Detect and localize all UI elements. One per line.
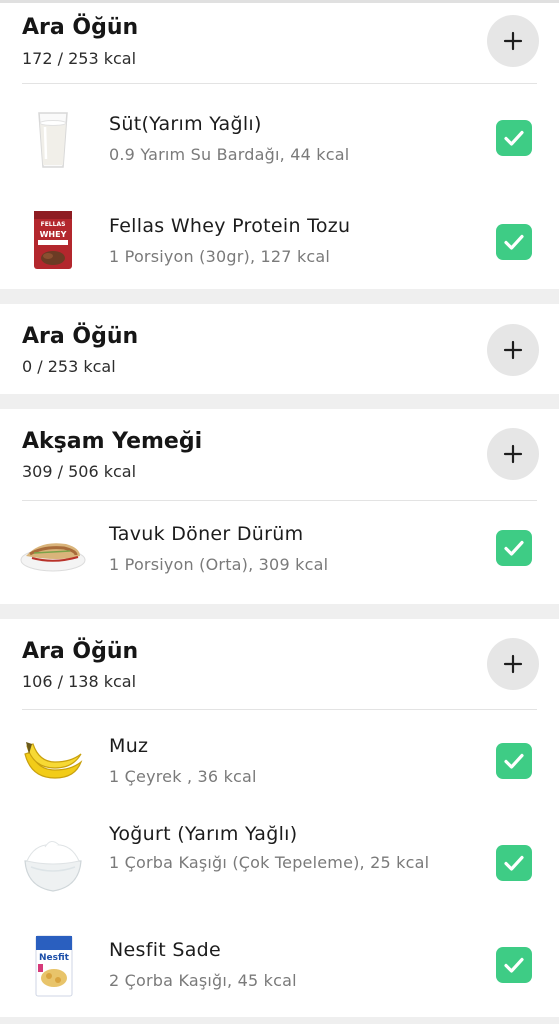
svg-text:FELLAS: FELLAS: [41, 221, 66, 228]
checkmark-icon: [504, 855, 524, 871]
add-food-button[interactable]: [487, 15, 539, 67]
meal-title: Ara Öğün: [22, 324, 139, 349]
meal-header: Ara Öğün 0 / 253 kcal: [0, 304, 559, 388]
meal-kcal-summary: 0 / 253 kcal: [22, 357, 116, 376]
food-row[interactable]: Tavuk Döner Dürüm 1 Porsiyon (Orta), 309…: [0, 504, 559, 604]
eaten-checkbox[interactable]: [496, 120, 532, 156]
plus-icon: [503, 654, 523, 674]
meal-card: Akşam Yemeği 309 / 506 kcal Tavuk Döner …: [0, 409, 559, 604]
checkmark-icon: [504, 753, 524, 769]
meal-card: Ara Öğün 106 / 138 kcal Muz 1 Çeyrek , 3…: [0, 619, 559, 1017]
food-name: Tavuk Döner Dürüm: [109, 523, 304, 545]
food-name: Süt(Yarım Yağlı): [109, 113, 262, 135]
meal-header: Ara Öğün 106 / 138 kcal: [0, 619, 559, 703]
meal-kcal-summary: 309 / 506 kcal: [22, 462, 137, 481]
eaten-checkbox[interactable]: [496, 743, 532, 779]
meal-title: Akşam Yemeği: [22, 429, 203, 454]
food-row[interactable]: Yoğurt (Yarım Yağlı) 1 Çorba Kaşığı (Çok…: [0, 815, 559, 925]
food-row[interactable]: Süt(Yarım Yağlı) 0.9 Yarım Su Bardağı, 4…: [0, 87, 559, 187]
cereal-box-icon: Nesfit: [20, 933, 86, 999]
plus-icon: [503, 444, 523, 464]
checkmark-icon: [504, 234, 524, 250]
checkmark-icon: [504, 130, 524, 146]
milk-glass-icon: [20, 107, 86, 173]
banana-icon: [20, 727, 86, 793]
divider: [22, 500, 537, 501]
food-name: Yoğurt (Yarım Yağlı): [109, 823, 298, 845]
food-name: Fellas Whey Protein Tozu: [109, 215, 351, 237]
food-name: Muz: [109, 735, 149, 757]
eaten-checkbox[interactable]: [496, 530, 532, 566]
food-name: Nesfit Sade: [109, 939, 222, 961]
checkmark-icon: [504, 957, 524, 973]
food-detail: 1 Porsiyon (Orta), 309 kcal: [109, 555, 329, 574]
eaten-checkbox[interactable]: [496, 845, 532, 881]
meal-diary-page: Ara Öğün 172 / 253 kcal Süt(Yarım Yağlı)…: [0, 0, 559, 1024]
meal-kcal-summary: 172 / 253 kcal: [22, 49, 137, 68]
meal-header: Akşam Yemeği 309 / 506 kcal: [0, 409, 559, 493]
protein-pack-icon: FELLAS WHEY: [20, 207, 86, 273]
food-detail: 1 Porsiyon (30gr), 127 kcal: [109, 247, 331, 266]
food-detail: 1 Çeyrek , 36 kcal: [109, 767, 257, 786]
food-detail: 0.9 Yarım Su Bardağı, 44 kcal: [109, 145, 350, 164]
food-row[interactable]: Nesfit Nesfit Sade 2 Çorba Kaşığı, 45 kc…: [0, 919, 559, 1017]
meal-title: Ara Öğün: [22, 639, 139, 664]
meal-kcal-summary: 106 / 138 kcal: [22, 672, 137, 691]
eaten-checkbox[interactable]: [496, 224, 532, 260]
food-detail: 1 Çorba Kaşığı (Çok Tepeleme), 25 kcal: [109, 853, 430, 872]
meal-header: Ara Öğün 172 / 253 kcal: [0, 3, 559, 87]
checkmark-icon: [504, 540, 524, 556]
meal-title: Ara Öğün: [22, 15, 139, 40]
doner-wrap-icon: [20, 518, 86, 584]
svg-text:WHEY: WHEY: [40, 230, 67, 239]
food-row[interactable]: Muz 1 Çeyrek , 36 kcal: [0, 713, 559, 813]
add-food-button[interactable]: [487, 324, 539, 376]
food-row[interactable]: FELLAS WHEY Fellas Whey Protein Tozu 1 P…: [0, 189, 559, 289]
yogurt-bowl-icon: [20, 832, 86, 898]
meal-card: Ara Öğün 0 / 253 kcal: [0, 304, 559, 394]
svg-text:Nesfit: Nesfit: [39, 953, 70, 963]
plus-icon: [503, 340, 523, 360]
divider: [22, 83, 537, 84]
eaten-checkbox[interactable]: [496, 947, 532, 983]
add-food-button[interactable]: [487, 428, 539, 480]
divider: [22, 709, 537, 710]
add-food-button[interactable]: [487, 638, 539, 690]
food-detail: 2 Çorba Kaşığı, 45 kcal: [109, 971, 297, 990]
plus-icon: [503, 31, 523, 51]
meal-card: Ara Öğün 172 / 253 kcal Süt(Yarım Yağlı)…: [0, 0, 559, 289]
